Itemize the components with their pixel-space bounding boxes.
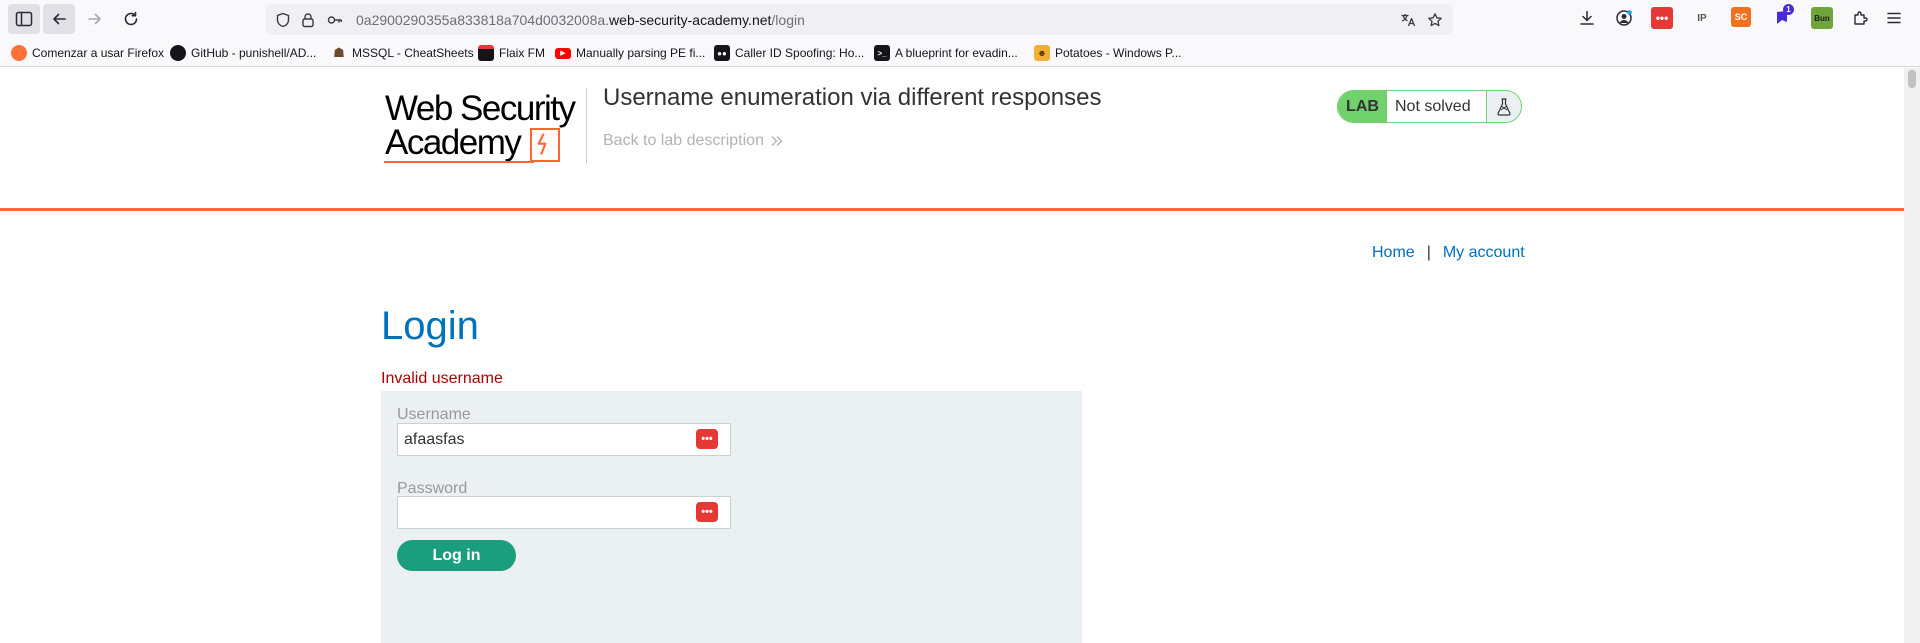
header-divider <box>586 88 587 164</box>
menu-button[interactable] <box>1883 7 1905 29</box>
downloads-button[interactable] <box>1576 7 1598 29</box>
figure-icon: ☗ <box>333 45 345 60</box>
lab-status-widget: LAB Not solved <box>1337 90 1522 123</box>
academy-logo[interactable]: Web Security Academy <box>382 88 592 168</box>
github-icon <box>170 45 186 61</box>
flaix-icon <box>478 45 494 61</box>
top-navigation: Home | My account <box>1372 244 1525 262</box>
logo-bolt-icon <box>530 128 560 162</box>
bookmark-item[interactable]: ▶ Manually parsing PE fi... <box>555 44 705 62</box>
reload-icon <box>124 11 138 26</box>
back-to-lab-link[interactable]: Back to lab description <box>603 132 784 150</box>
sidebar-toggle-button[interactable] <box>8 4 40 34</box>
arrow-right-icon <box>88 13 101 25</box>
account-icon <box>1616 10 1632 26</box>
bookmark-item[interactable]: Comenzar a usar Firefox <box>11 44 164 62</box>
terminal-icon: >_ <box>874 45 890 61</box>
logo-text-line2: Academy <box>385 123 522 162</box>
bookmark-extension[interactable]: 1 <box>1771 4 1794 29</box>
firefox-icon <box>11 45 27 61</box>
error-message: Invalid username <box>381 370 503 387</box>
flask-icon <box>1487 91 1521 122</box>
forward-button[interactable] <box>79 4 111 34</box>
sc-extension[interactable]: SC <box>1731 7 1751 27</box>
page-title: Login <box>381 304 479 348</box>
lab-badge: LAB <box>1338 91 1387 122</box>
extension-badge: 1 <box>1783 4 1794 15</box>
logo-underline <box>384 161 534 163</box>
home-link[interactable]: Home <box>1372 244 1415 262</box>
bun-extension[interactable]: Bun <box>1811 7 1833 29</box>
dots-icon: ••• <box>1655 11 1669 25</box>
password-input[interactable] <box>397 496 731 529</box>
back-button[interactable] <box>43 4 75 34</box>
bookmarks-bar: Comenzar a usar Firefox GitHub - punishe… <box>0 38 1920 67</box>
bookmark-item[interactable]: >_ A blueprint for evadin... <box>874 44 1018 62</box>
youtube-icon: ▶ <box>555 47 571 59</box>
bookmark-item[interactable]: GitHub - punishell/AD... <box>170 44 316 62</box>
password-manager-icon[interactable]: ••• <box>696 429 718 449</box>
scrollbar-thumb[interactable] <box>1908 70 1916 88</box>
medium-icon: ●● <box>714 45 730 61</box>
login-form: Username ••• Password ••• Log in <box>381 391 1082 643</box>
lock-icon[interactable] <box>299 11 317 29</box>
bookmark-item[interactable]: Flaix FM <box>478 44 545 62</box>
arrow-left-icon <box>53 13 66 25</box>
potato-icon: ☻ <box>1034 45 1050 61</box>
extensions-button[interactable] <box>1850 7 1872 29</box>
web-page: Web Security Academy Username enumeratio… <box>0 68 1904 643</box>
page-scrollbar[interactable] <box>1904 68 1920 643</box>
download-icon <box>1580 10 1594 25</box>
password-manager-extension[interactable]: ••• <box>1651 7 1673 29</box>
lab-title: Username enumeration via different respo… <box>603 84 1102 111</box>
double-chevron-right-icon <box>771 136 783 146</box>
ip-extension[interactable]: IP <box>1691 7 1713 29</box>
my-account-link[interactable]: My account <box>1443 244 1525 262</box>
sidebar-icon <box>15 11 33 27</box>
bookmark-item[interactable]: ☗ MSSQL - CheatSheets <box>331 44 473 62</box>
star-icon[interactable] <box>1426 11 1444 29</box>
academy-header: Web Security Academy Username enumeratio… <box>0 68 1904 211</box>
hamburger-icon <box>1887 12 1901 24</box>
translate-icon[interactable] <box>1399 11 1417 29</box>
url-text[interactable]: 0a2900290355a833818a704d0032008a.web-sec… <box>356 12 805 28</box>
shield-icon[interactable] <box>274 11 292 29</box>
url-bar[interactable]: 0a2900290355a833818a704d0032008a.web-sec… <box>266 4 1453 35</box>
browser-toolbar: 0a2900290355a833818a704d0032008a.web-sec… <box>0 0 1920 38</box>
account-button[interactable] <box>1613 7 1635 29</box>
reload-button[interactable] <box>115 4 147 34</box>
url-host: web-security-academy.net <box>609 12 772 28</box>
lab-status-text: Not solved <box>1387 91 1487 122</box>
bookmark-item[interactable]: ☻ Potatoes - Windows P... <box>1034 44 1182 62</box>
key-icon[interactable] <box>326 11 344 29</box>
bookmark-item[interactable]: ●● Caller ID Spoofing: Ho... <box>714 44 864 62</box>
username-input[interactable] <box>397 423 731 456</box>
puzzle-icon <box>1854 11 1868 25</box>
username-label: Username <box>397 406 471 423</box>
password-manager-icon[interactable]: ••• <box>696 502 718 522</box>
login-button[interactable]: Log in <box>397 540 516 571</box>
nav-separator: | <box>1426 244 1431 261</box>
